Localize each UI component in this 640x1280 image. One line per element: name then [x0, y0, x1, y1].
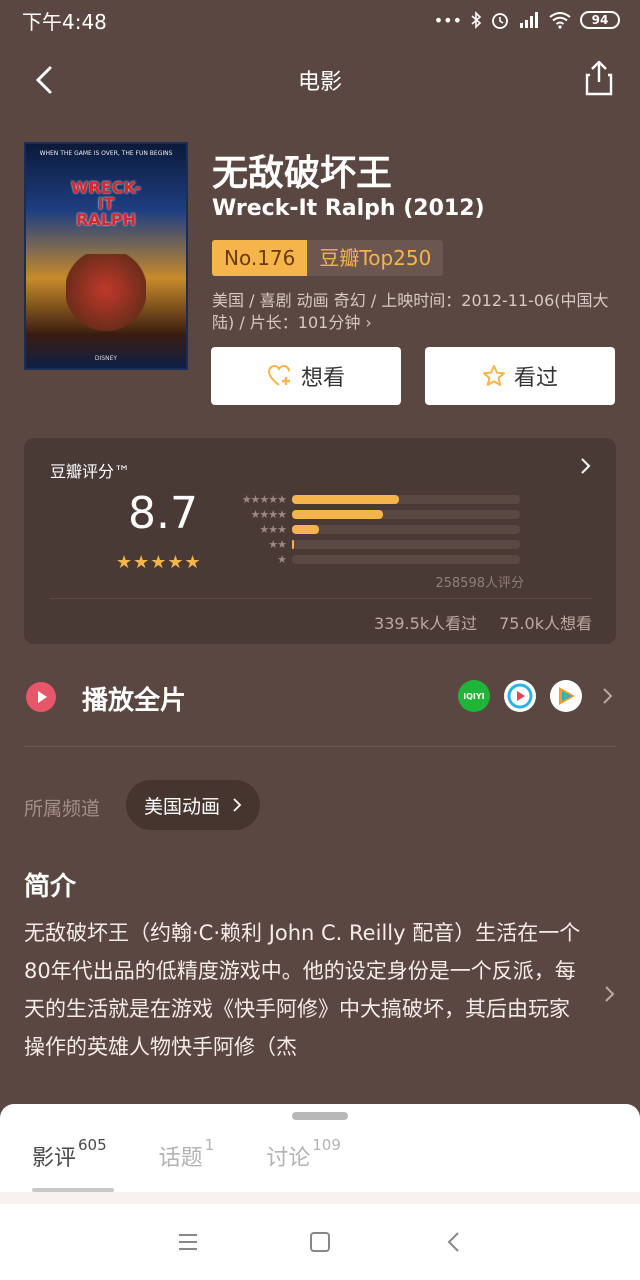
status-time: 下午4:48 [22, 9, 107, 34]
rating-bar-track [292, 510, 520, 519]
channel-label: 所属频道 [24, 798, 101, 820]
rating-bar-track [292, 525, 520, 534]
tencent-logo-icon [559, 687, 575, 705]
play-label: 播放全片 [82, 686, 187, 716]
back-nav-icon[interactable] [444, 1230, 464, 1254]
tencent-video-icon[interactable] [550, 680, 582, 712]
menu-icon[interactable] [176, 1230, 200, 1254]
play-icon [26, 682, 56, 712]
rating-bar-fill [292, 510, 384, 519]
section-divider [24, 746, 616, 747]
home-icon[interactable] [308, 1230, 332, 1254]
chevron-right-icon[interactable] [602, 686, 614, 706]
rank-list-name: 豆瓣Top250 [307, 240, 444, 276]
youku-icon[interactable] [504, 680, 536, 712]
star-outline-icon [482, 365, 505, 386]
rating-row-stars: ★★ [268, 538, 287, 551]
rating-row-stars: ★★★ [259, 523, 287, 536]
rating-row-stars: ★★★★★ [241, 493, 287, 506]
rank-number: No.176 [212, 240, 308, 276]
top250-badge[interactable]: No.176 豆瓣Top250 [212, 240, 444, 276]
intro-text[interactable]: 无敌破坏王（约翰·C·赖利 John C. Reilly 配音）生活在一个80年… [24, 914, 584, 1066]
reviews-sheet[interactable]: 影评605 话题1 讨论109 [0, 1104, 640, 1204]
rating-count: 258598人评分 [435, 576, 524, 591]
movie-meta[interactable]: 美国 / 喜剧 动画 奇幻 / 上映时间：2012-11-06(中国大陆) / … [212, 290, 622, 334]
review-tabs: 影评605 话题1 讨论109 [32, 1136, 341, 1172]
poster-logo: WRECK-IT RALPH [70, 178, 142, 229]
rating-card[interactable]: 豆瓣评分™ 8.7 ★★★★★ ★★★★★ ★★★★ ★★★ ★★ ★ 2585… [24, 438, 616, 644]
rating-row-3: ★★★ [232, 522, 520, 537]
want-label: 想看 [300, 366, 345, 391]
chevron-right-icon[interactable] [604, 984, 616, 1004]
drag-handle[interactable] [292, 1112, 348, 1120]
rating-title: 豆瓣评分™ [50, 462, 131, 481]
poster-character [66, 254, 146, 344]
chevron-right-icon[interactable] [580, 456, 592, 476]
seen-count: 339.5k人看过 [374, 614, 478, 633]
sheet-content-area [0, 1192, 640, 1204]
bluetooth-icon [471, 11, 482, 29]
iqiyi-icon[interactable]: iQIYI [458, 680, 490, 712]
rating-bar-track [292, 495, 520, 504]
wifi-icon [549, 12, 571, 29]
nav-bar: 电影 [0, 50, 640, 110]
rating-footer: 339.5k人看过 75.0k人想看 [374, 610, 592, 634]
battery-icon: 94 [580, 11, 620, 29]
back-icon[interactable] [28, 60, 64, 100]
status-bar: 下午4:48 ••• 94 [0, 0, 640, 40]
youku-logo-icon [507, 683, 533, 709]
chevron-right-icon [233, 798, 242, 812]
rating-row-stars: ★ [277, 553, 287, 566]
rating-distribution: ★★★★★ ★★★★ ★★★ ★★ ★ [232, 492, 520, 567]
channel-chip[interactable]: 美国动画 [126, 780, 261, 830]
movie-original-title: Wreck-It Ralph (2012) [212, 196, 485, 221]
want-count: 75.0k人想看 [499, 614, 592, 633]
alarm-icon [492, 13, 508, 29]
poster-tagline: WHEN THE GAME IS OVER, THE FUN BEGINS [39, 150, 173, 157]
play-full-row[interactable]: 播放全片 iQIYI [24, 668, 616, 726]
tab-discussions[interactable]: 讨论109 [266, 1136, 341, 1172]
status-icons: ••• 94 [434, 10, 620, 30]
rating-divider [50, 598, 592, 599]
tab-reviews[interactable]: 影评605 [32, 1136, 107, 1172]
poster-studio: DISNEY [94, 355, 118, 362]
channel-value: 美国动画 [144, 795, 221, 818]
seen-label: 看过 [513, 366, 558, 391]
rating-bar-track [292, 540, 520, 549]
want-to-watch-button[interactable]: 想看 [211, 347, 401, 405]
rating-row-4: ★★★★ [232, 507, 520, 522]
rating-bar-fill [292, 495, 400, 504]
rating-score: 8.7 [128, 488, 198, 539]
heart-plus-icon [267, 364, 290, 386]
rating-row-1: ★ [232, 552, 520, 567]
more-dots-icon: ••• [433, 10, 462, 30]
share-icon[interactable] [582, 58, 616, 98]
rating-row-stars: ★★★★ [250, 508, 287, 521]
rating-bar-track [292, 555, 520, 564]
watched-button[interactable]: 看过 [425, 347, 615, 405]
signal-icon [520, 12, 538, 28]
rating-stars: ★★★★★ [116, 552, 202, 573]
rating-row-2: ★★ [232, 537, 520, 552]
intro-heading: 简介 [24, 872, 77, 902]
rating-bar-fill [292, 525, 320, 534]
movie-poster[interactable]: WHEN THE GAME IS OVER, THE FUN BEGINS WR… [24, 142, 188, 370]
system-nav-bar [0, 1204, 640, 1280]
movie-title: 无敌破坏王 [212, 153, 393, 194]
rating-row-5: ★★★★★ [232, 492, 520, 507]
tab-topics[interactable]: 话题1 [159, 1136, 215, 1172]
rating-bar-fill [292, 540, 294, 549]
page-title: 电影 [297, 70, 342, 95]
